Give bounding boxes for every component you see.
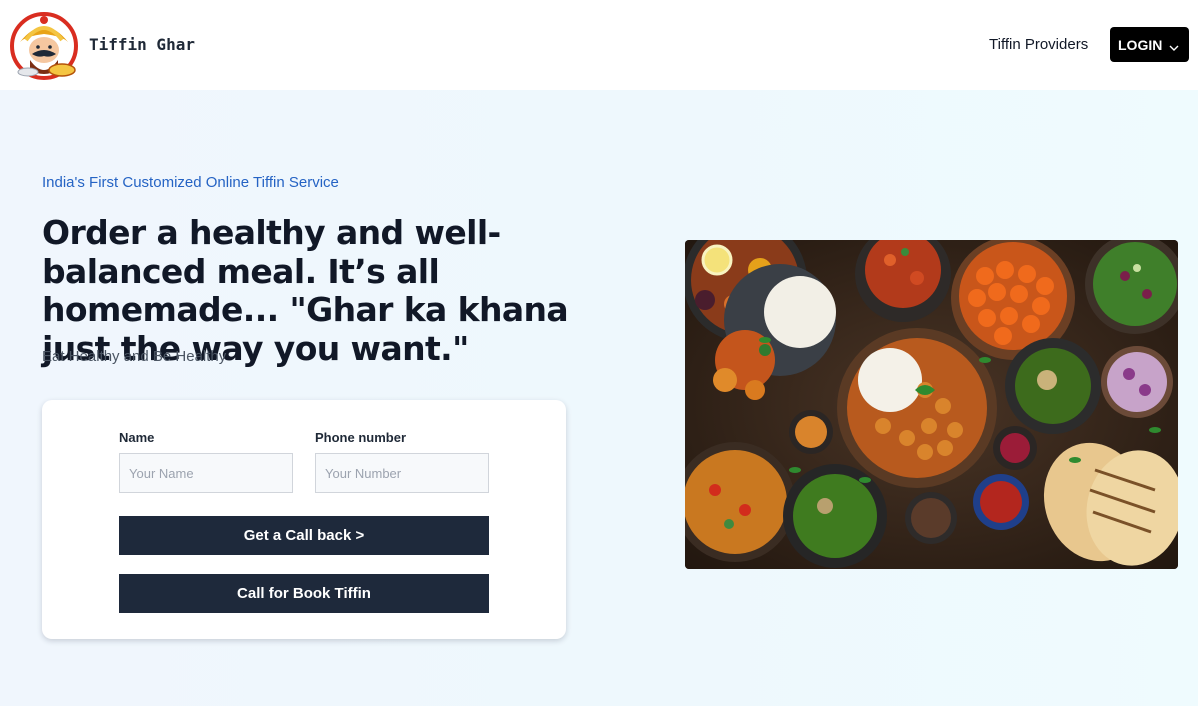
top-navbar: Tiffin Ghar Tiffin Providers LOGIN — [0, 0, 1198, 90]
login-dropdown-button[interactable]: LOGIN — [1110, 27, 1189, 62]
chef-mascot-logo[interactable] — [10, 10, 82, 80]
book-tiffin-button[interactable]: Call for Book Tiffin — [119, 574, 489, 613]
food-spread-image — [685, 240, 1178, 569]
hero-subline: Eat Healthy and Be Healthy — [42, 348, 227, 365]
hero-headline: Order a healthy and well-balanced meal. … — [42, 213, 569, 368]
name-label: Name — [119, 430, 155, 445]
login-label: LOGIN — [1118, 36, 1163, 53]
chevron-down-icon — [1169, 40, 1179, 51]
hero-section: India's First Customized Online Tiffin S… — [0, 90, 1198, 706]
get-callback-button[interactable]: Get a Call back > — [119, 516, 489, 555]
nav-link-tiffin-providers[interactable]: Tiffin Providers — [989, 36, 1088, 53]
phone-label: Phone number — [315, 430, 407, 445]
hero-tagline: India's First Customized Online Tiffin S… — [42, 174, 339, 191]
name-input[interactable] — [119, 453, 293, 493]
callback-form-card: Name Phone number Get a Call back > Call… — [42, 400, 566, 639]
phone-input[interactable] — [315, 453, 489, 493]
brand-name[interactable]: Tiffin Ghar — [89, 35, 195, 54]
